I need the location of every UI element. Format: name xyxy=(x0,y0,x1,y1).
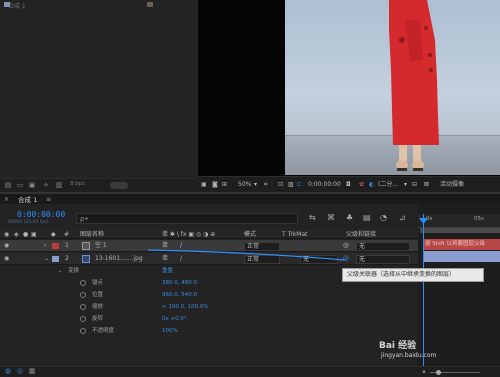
property-name: 不透明度 xyxy=(92,328,115,334)
property-name: 旋转 xyxy=(92,316,104,322)
transform-chevron-icon[interactable]: ⌄ xyxy=(58,266,63,276)
property-value[interactable]: 100% xyxy=(162,326,178,336)
property-row[interactable]: 不透明度 100% xyxy=(0,326,418,336)
property-row[interactable]: 旋转 0x +0.0° xyxy=(0,314,418,324)
stopwatch-icon[interactable] xyxy=(80,280,86,286)
stopwatch-icon[interactable] xyxy=(80,316,86,322)
in-out-toggle-icon[interactable]: ▦ xyxy=(28,368,36,375)
property-value[interactable]: 0x +0.0° xyxy=(162,314,187,324)
stopwatch-icon[interactable] xyxy=(80,304,86,310)
zoom-out-icon[interactable]: ▴ xyxy=(420,368,428,375)
property-row[interactable]: 位置 960.0, 540.0 xyxy=(0,290,418,300)
layer-track-bar[interactable]: 按 Shift 以将要图层父级 xyxy=(423,239,500,250)
ruler-label: 05s xyxy=(474,216,484,222)
work-area-bar[interactable] xyxy=(420,228,500,233)
zoom-slider-knob[interactable] xyxy=(436,370,441,375)
property-name: 位置 xyxy=(92,292,104,298)
layer-track-bar[interactable] xyxy=(423,251,500,262)
transfer-controls-toggle-icon[interactable]: ◎ xyxy=(16,368,24,375)
property-name: 锚点 xyxy=(92,280,104,286)
stopwatch-icon[interactable] xyxy=(80,328,86,334)
property-name: 缩放 xyxy=(92,304,104,310)
parent-pickwhip-tooltip: 父级关联器（选择从中继承变换的图层） xyxy=(342,268,484,282)
watermark-url: jingyan.baidu.com xyxy=(381,352,437,359)
property-value[interactable]: ∞ 100.0, 100.0% xyxy=(162,302,209,312)
property-value[interactable]: 960.0, 540.0 xyxy=(162,290,197,300)
time-ruler[interactable]: 0s 05s xyxy=(418,214,500,228)
layer-switches-toggle-icon[interactable]: ◍ xyxy=(4,368,12,375)
reset-link[interactable]: 重置 xyxy=(162,266,173,276)
stopwatch-icon[interactable] xyxy=(80,292,86,298)
property-value[interactable]: 380.0, 480.0 xyxy=(162,278,197,288)
playhead[interactable] xyxy=(423,214,424,366)
watermark-logo: Bai 经验 xyxy=(379,341,417,351)
track-hint: 按 Shift 以将要图层父级 xyxy=(425,241,485,247)
property-row[interactable]: 缩放 ∞ 100.0, 100.0% xyxy=(0,302,418,312)
timeline-status-bar: ◍ ◎ ▦ ▴ xyxy=(0,366,500,377)
transform-label: 变换 xyxy=(68,268,80,274)
